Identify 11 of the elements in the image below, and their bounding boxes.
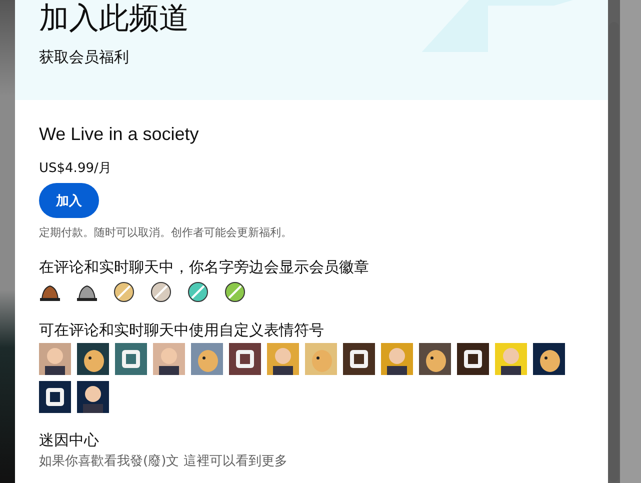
scrollbar[interactable]: [608, 0, 620, 483]
price-text: US$4.99/月: [39, 160, 112, 177]
perk-title: 在评论和实时聊天中，你名字旁边会显示会员徽章: [39, 258, 370, 277]
billing-note: 定期付款。随时可以取消。创作者可能会更新福利。: [39, 225, 293, 240]
join-button[interactable]: 加入: [39, 183, 99, 218]
perk-title: 可在评论和实时聊天中使用自定义表情符号: [39, 321, 325, 340]
perk-description: 如果你喜歡看我發(廢)文 這裡可以看到更多: [39, 453, 288, 470]
dialog-title: 加入此频道: [39, 0, 189, 38]
tier-name: We Live in a society: [39, 124, 200, 145]
perk-title: 迷因中心: [39, 431, 100, 450]
dialog-subtitle: 获取会员福利: [39, 48, 130, 67]
